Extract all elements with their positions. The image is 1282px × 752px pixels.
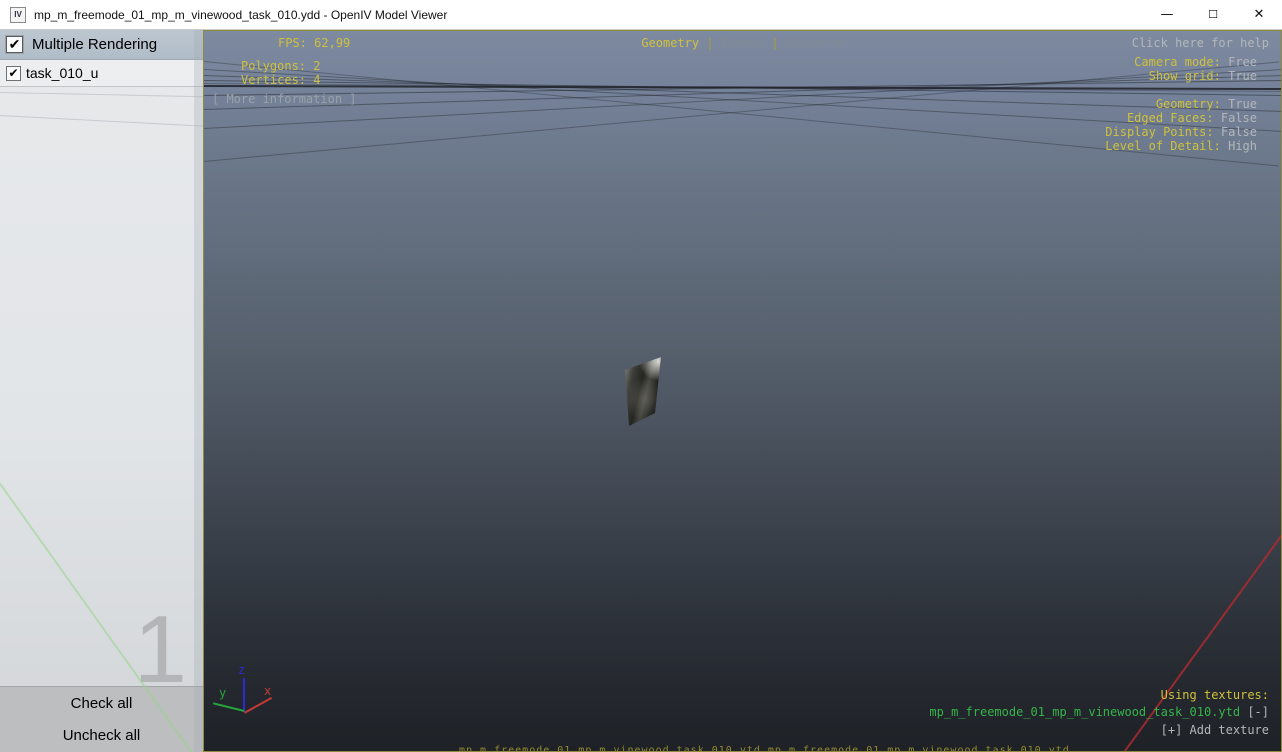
gizmo-y-axis bbox=[212, 702, 245, 712]
gizmo-y-label: y bbox=[219, 686, 227, 700]
check-all-button[interactable]: Check all bbox=[0, 688, 203, 720]
check-icon: ✔ bbox=[8, 66, 19, 80]
tab-separator: | bbox=[771, 36, 779, 50]
maximize-icon: ☐ bbox=[1208, 8, 1218, 21]
texture-entry: mp_m_freemode_01_mp_m_vinewood_task_010.… bbox=[929, 705, 1269, 719]
clipped-bottom-text: mp_m_freemode_01_mp_m_vinewood_task_010.… bbox=[459, 745, 1070, 752]
tab-bounds[interactable]: Bounds bbox=[721, 36, 764, 50]
add-texture-button[interactable]: [+] Add texture bbox=[1161, 723, 1269, 737]
texture-file-link[interactable]: mp_m_freemode_01_mp_m_vinewood_task_010.… bbox=[929, 705, 1240, 719]
tab-skeleton[interactable]: Skeleton bbox=[786, 36, 844, 50]
grid-line bbox=[0, 92, 203, 98]
sidebar-item-multiple-rendering[interactable]: ✔ Multiple Rendering bbox=[0, 30, 203, 60]
app-icon: IV bbox=[10, 7, 26, 23]
tab-geometry[interactable]: Geometry bbox=[641, 36, 699, 50]
title-bar: IV mp_m_freemode_01_mp_m_vinewood_task_0… bbox=[0, 0, 1282, 30]
close-button[interactable]: ✕ bbox=[1236, 0, 1282, 30]
gizmo-z-axis bbox=[243, 678, 245, 712]
help-link[interactable]: Click here for help bbox=[1132, 36, 1269, 50]
minimize-icon: — bbox=[1160, 7, 1174, 22]
gizmo-z-label: z bbox=[238, 663, 246, 677]
render-settings-info: Geometry: True Edged Faces: False Displa… bbox=[1105, 97, 1257, 153]
sidebar-item-label: task_010_u bbox=[26, 65, 99, 81]
tab-separator: | bbox=[706, 36, 714, 50]
grid-line bbox=[0, 115, 203, 127]
sidebar-item-task-010-u[interactable]: ✔ task_010_u bbox=[0, 60, 203, 87]
mesh-stats: Polygons: 2 Vertices: 4 bbox=[241, 59, 321, 87]
openiv-model-viewer-window: IV mp_m_freemode_01_mp_m_vinewood_task_0… bbox=[0, 0, 1282, 752]
viewport-canvas[interactable]: FPS: 62,99 Polygons: 2 Vertices: 4 [ Mor… bbox=[203, 30, 1282, 752]
more-information-link[interactable]: [ More information ] bbox=[212, 92, 357, 106]
view-mode-tabs: Geometry | Bounds | Skeleton bbox=[204, 36, 1281, 50]
camera-info: Camera mode: Free Show grid: True bbox=[1134, 55, 1257, 83]
close-icon: ✕ bbox=[1253, 7, 1265, 22]
minimize-button[interactable]: — bbox=[1144, 0, 1190, 30]
sidebar-button-band: Check all Uncheck all bbox=[0, 686, 203, 752]
check-icon: ✔ bbox=[8, 36, 21, 52]
sidebar-item-label: Multiple Rendering bbox=[32, 36, 158, 53]
window-title: mp_m_freemode_01_mp_m_vinewood_task_010.… bbox=[34, 8, 448, 22]
model-list-sidebar: ✔ Multiple Rendering ✔ task_010_u 1 Chec… bbox=[0, 30, 203, 752]
maximize-button[interactable]: ☐ bbox=[1190, 0, 1236, 30]
remove-texture-button[interactable]: [-] bbox=[1247, 705, 1269, 719]
sidebar-scrollbar[interactable] bbox=[194, 30, 203, 752]
checkbox-task-010-u[interactable]: ✔ bbox=[6, 66, 21, 81]
checkbox-multiple-rendering[interactable]: ✔ bbox=[5, 35, 24, 54]
model-mesh bbox=[625, 357, 661, 426]
gizmo-x-axis bbox=[244, 696, 273, 714]
using-textures-header: Using textures: bbox=[1160, 688, 1269, 702]
gizmo-x-label: x bbox=[264, 684, 272, 698]
